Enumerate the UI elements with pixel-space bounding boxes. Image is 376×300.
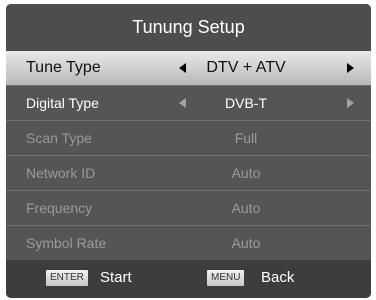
start-hint: Start — [100, 269, 132, 286]
digital-type-left-arrow-icon[interactable] — [179, 98, 186, 108]
tune-type-value: DTV + ATV — [206, 59, 286, 76]
footer-bar: ENTER Start MENU Back — [6, 260, 371, 298]
network-id-label: Network ID — [26, 165, 96, 181]
symbol-rate-label: Symbol Rate — [26, 235, 107, 251]
digital-type-value: DVB-T — [225, 95, 267, 111]
tune-type-right-arrow-icon[interactable] — [347, 63, 354, 73]
network-id-row: Network ID Auto — [6, 156, 371, 191]
settings-list: Tune Type DTV + ATV Digital Type DVB-T S… — [6, 51, 371, 260]
tune-type-row[interactable]: Tune Type DTV + ATV — [6, 51, 371, 86]
scan-type-value: Full — [234, 130, 258, 146]
frequency-row: Frequency Auto — [6, 191, 371, 226]
tune-type-left-arrow-icon[interactable] — [179, 63, 186, 73]
scan-type-label: Scan Type — [26, 130, 92, 146]
enter-key-badge[interactable]: ENTER — [46, 270, 88, 286]
back-hint: Back — [261, 269, 295, 286]
network-id-value: Auto — [231, 165, 261, 181]
frequency-label: Frequency — [26, 200, 93, 216]
tune-type-label: Tune Type — [26, 59, 101, 76]
menu-key-badge[interactable]: MENU — [207, 270, 245, 286]
tuning-setup-panel: Tunung Setup Tune Type DTV + ATV Digital… — [6, 4, 371, 298]
symbol-rate-row: Symbol Rate Auto — [6, 226, 371, 260]
scan-type-row: Scan Type Full — [6, 121, 371, 156]
digital-type-row[interactable]: Digital Type DVB-T — [6, 86, 371, 121]
menu-title: Tunung Setup — [6, 4, 371, 51]
symbol-rate-value: Auto — [231, 235, 261, 251]
digital-type-label: Digital Type — [26, 95, 99, 111]
digital-type-right-arrow-icon[interactable] — [347, 98, 354, 108]
frequency-value: Auto — [231, 200, 261, 216]
